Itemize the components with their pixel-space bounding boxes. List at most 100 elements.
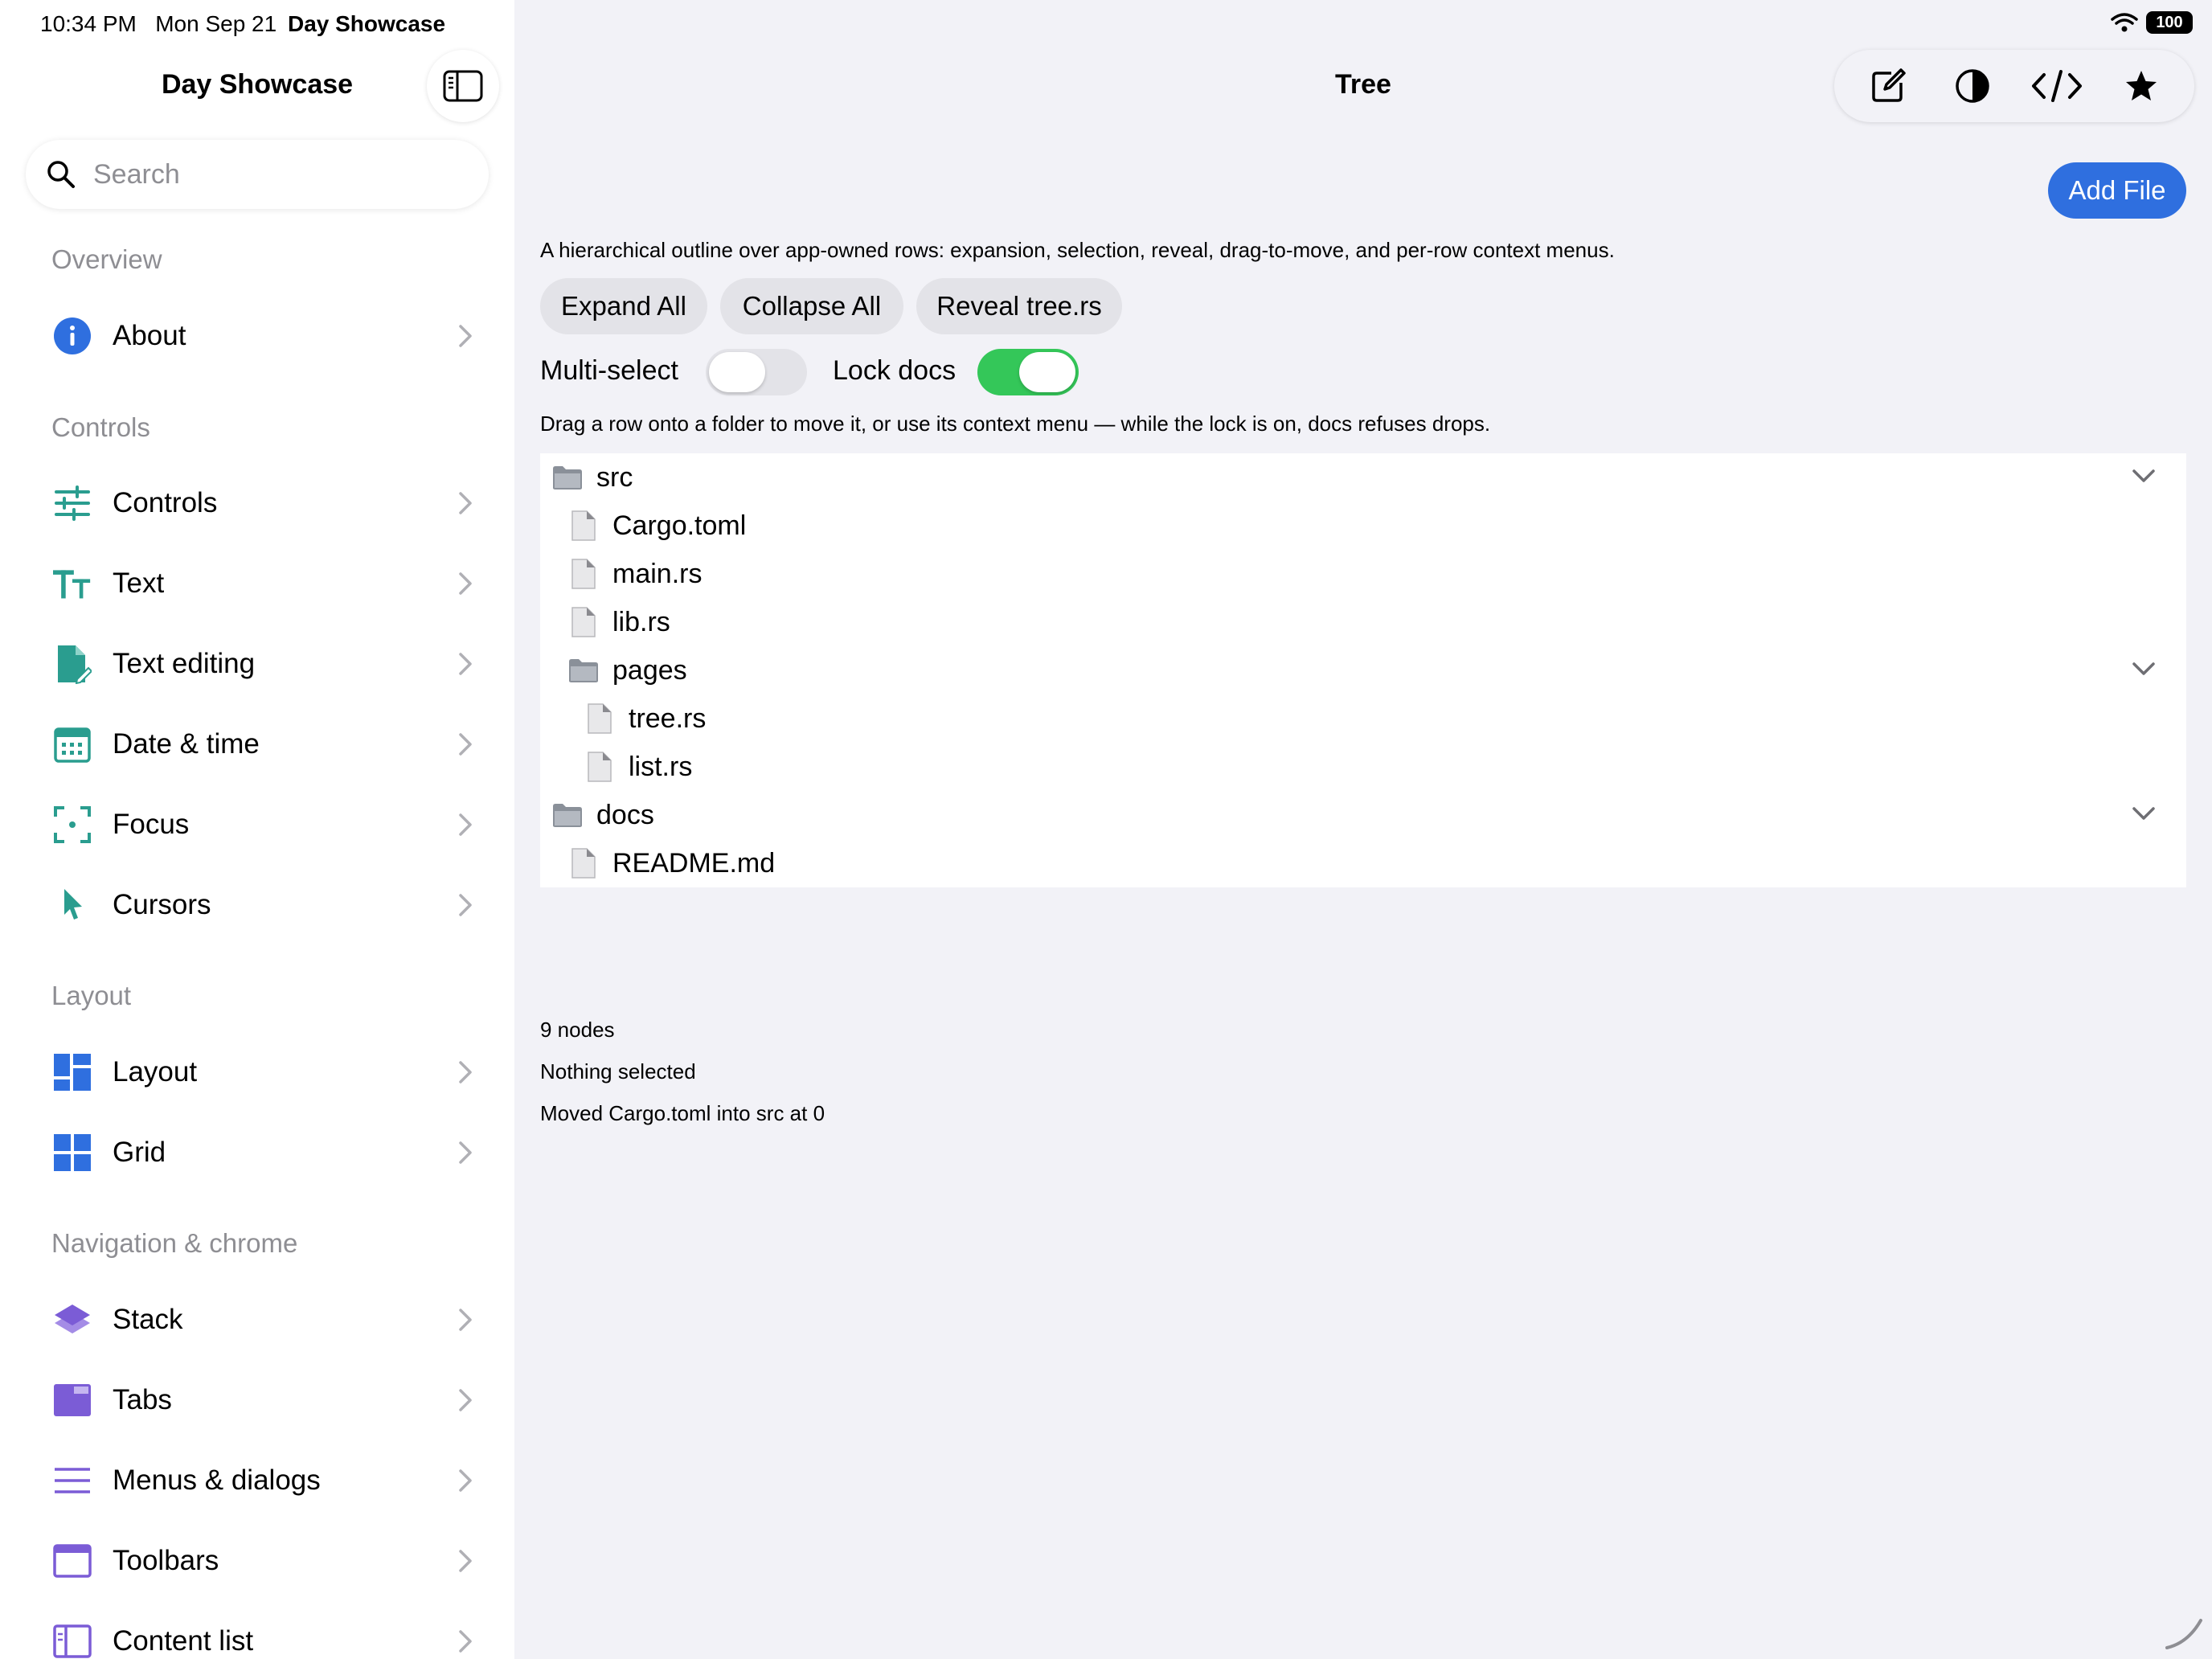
tree-row-file[interactable]: tree.rs [540, 694, 2186, 743]
sidebar-item-grid[interactable]: Grid [39, 1118, 479, 1187]
stack-icon [53, 1301, 92, 1339]
chevron-down-icon[interactable] [2132, 661, 2156, 677]
menu-lines-icon [53, 1461, 92, 1500]
tree-row-folder[interactable]: docs [540, 791, 2186, 839]
sidebar-item-label: Content list [113, 1625, 254, 1657]
battery-indicator: 100 [2146, 11, 2193, 34]
compose-button[interactable] [1860, 58, 1916, 114]
last-action-status: Moved Cargo.toml into src at 0 [540, 1101, 825, 1125]
sidebar-item-cursors[interactable]: Cursors [39, 870, 479, 940]
chevron-right-icon [459, 1469, 472, 1492]
section-header-overview: Overview [51, 244, 162, 274]
search-input[interactable] [92, 158, 473, 191]
doc-edit-icon [53, 645, 92, 684]
node-count: 9 nodes [540, 1018, 615, 1042]
info-icon [53, 317, 92, 355]
tree-row-file[interactable]: README.md [540, 839, 2186, 887]
folder-icon [551, 799, 584, 831]
toolbar-icon [53, 1542, 92, 1580]
sidebar: 10:34 PM Mon Sep 21 Day Showcase Day Sho… [0, 0, 514, 1659]
wifi-icon [2111, 13, 2138, 32]
tree-row-label: Cargo.toml [612, 510, 747, 541]
layout-icon [53, 1053, 92, 1092]
tabs-icon [53, 1381, 92, 1419]
status-indicators: 100 [2111, 11, 2193, 34]
sidebar-item-content-list[interactable]: Content list [39, 1607, 479, 1659]
file-icon [584, 751, 616, 783]
tree-row-folder[interactable]: src [540, 453, 2186, 502]
folder-icon [551, 461, 584, 494]
grid-icon [53, 1133, 92, 1172]
sidebar-item-label: Text editing [113, 648, 256, 679]
file-icon [567, 510, 600, 542]
sidebar-item-text[interactable]: Text [39, 549, 479, 618]
sidebar-item-toolbars[interactable]: Toolbars [39, 1526, 479, 1596]
chevron-down-icon[interactable] [2132, 468, 2156, 484]
status-app-name: Day Showcase [287, 11, 446, 36]
add-file-button[interactable]: Add File [2048, 162, 2186, 219]
file-icon [567, 606, 600, 638]
chevron-right-icon [459, 653, 472, 675]
reveal-tree-rs-button[interactable]: Reveal tree.rs [916, 278, 1122, 334]
switch-knob [1019, 352, 1075, 392]
tree-row-file[interactable]: lib.rs [540, 598, 2186, 646]
sidebar-item-label: Grid [113, 1137, 166, 1168]
tree-row-file[interactable]: Cargo.toml [540, 502, 2186, 550]
collapse-all-button[interactable]: Collapse All [720, 278, 903, 334]
chevron-right-icon [459, 1309, 472, 1331]
sidebar-icon [443, 70, 483, 102]
sidebar-item-about[interactable]: About [39, 301, 479, 371]
sidebar-item-menus-dialogs[interactable]: Menus & dialogs [39, 1446, 479, 1515]
tree-row-label: tree.rs [629, 703, 707, 734]
tree-row-folder[interactable]: pages [540, 646, 2186, 694]
top-toolbar [1834, 50, 2194, 122]
chevron-right-icon [459, 1389, 472, 1411]
text-size-icon [53, 564, 92, 603]
sidebar-item-label: Stack [113, 1304, 183, 1335]
tree-outline: src Cargo.toml main.rs lib.rs pages tree… [540, 453, 2186, 887]
chevron-right-icon [459, 1550, 472, 1572]
chevron-right-icon [459, 733, 472, 756]
sidebar-item-text-editing[interactable]: Text editing [39, 629, 479, 698]
sidebar-item-stack[interactable]: Stack [39, 1285, 479, 1354]
sidebar-item-label: Toolbars [113, 1545, 219, 1576]
expand-all-button[interactable]: Expand All [540, 278, 707, 334]
contrast-icon [1955, 69, 1989, 103]
sidebar-item-label: Text [113, 567, 165, 599]
sidebar-item-label: Controls [113, 487, 218, 518]
tree-row-label: README.md [612, 847, 776, 879]
appearance-button[interactable] [1944, 58, 2001, 114]
chevron-right-icon [459, 1061, 472, 1083]
sidebar-toggle-button[interactable] [427, 50, 499, 122]
code-icon [2031, 70, 2082, 102]
search-field[interactable] [26, 140, 489, 209]
source-code-button[interactable] [2029, 58, 2085, 114]
sidebar-item-label: Cursors [113, 889, 211, 920]
folder-icon [567, 654, 600, 686]
tree-row-file[interactable]: main.rs [540, 550, 2186, 598]
content-list-icon [53, 1622, 92, 1659]
sidebar-item-layout[interactable]: Layout [39, 1038, 479, 1107]
status-clock: 10:34 PM [40, 11, 137, 36]
file-icon [567, 558, 600, 590]
chevron-right-icon [459, 813, 472, 836]
chevron-right-icon [459, 492, 472, 514]
focus-icon [53, 805, 92, 844]
star-icon [2125, 71, 2157, 100]
sidebar-item-focus[interactable]: Focus [39, 790, 479, 859]
tree-row-file[interactable]: list.rs [540, 743, 2186, 791]
status-time: 10:34 PM Mon Sep 21 Day Showcase [40, 11, 445, 37]
chevron-down-icon[interactable] [2132, 805, 2156, 821]
resize-handle-icon[interactable] [2164, 1616, 2204, 1651]
sidebar-item-tabs[interactable]: Tabs [39, 1366, 479, 1435]
section-header-layout: Layout [51, 981, 132, 1010]
calendar-icon [53, 725, 92, 764]
favorite-button[interactable] [2113, 58, 2169, 114]
multi-select-switch[interactable] [706, 349, 807, 395]
sidebar-item-label: Tabs [113, 1384, 172, 1415]
sidebar-item-controls[interactable]: Controls [39, 469, 479, 538]
sidebar-item-date-time[interactable]: Date & time [39, 710, 479, 779]
lock-docs-switch[interactable] [977, 349, 1079, 395]
status-date: Mon Sep 21 [155, 11, 277, 36]
selection-status: Nothing selected [540, 1059, 696, 1083]
